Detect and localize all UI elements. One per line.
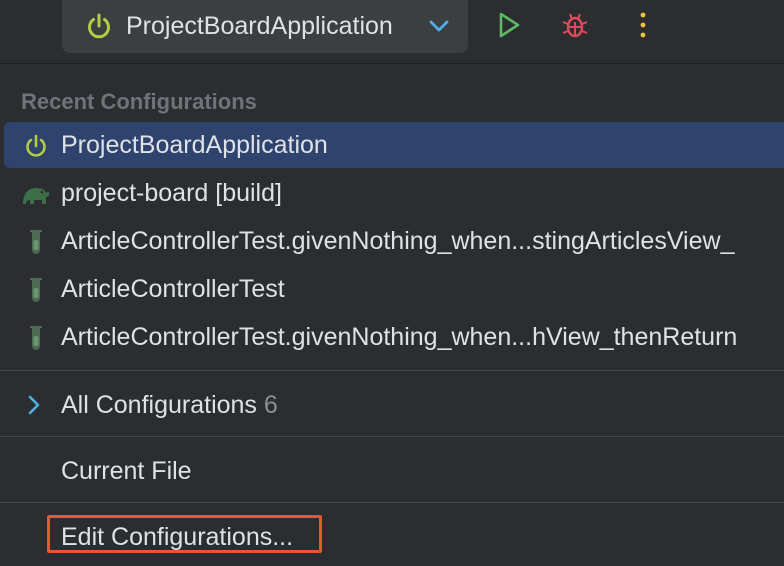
recent-config-label: ProjectBoardApplication: [61, 131, 328, 159]
current-file-item[interactable]: Current File: [4, 448, 784, 494]
edit-configurations-highlight: [47, 515, 322, 553]
power-icon: [84, 11, 114, 46]
recent-config-item[interactable]: ArticleControllerTest.givenNothing_when.…: [4, 218, 784, 264]
recent-config-item[interactable]: ArticleControllerTest: [4, 266, 784, 312]
divider: [0, 370, 784, 371]
power-icon: [22, 132, 50, 160]
all-configurations-text: All Configurations: [61, 391, 257, 419]
toolbar: ProjectBoardApplication: [0, 0, 784, 64]
recent-config-label: ArticleControllerTest.givenNothing_when.…: [61, 323, 738, 351]
recent-config-item[interactable]: ProjectBoardApplication: [4, 122, 784, 168]
run-configurations-popup: Recent Configurations ProjectBoardApplic…: [0, 64, 784, 566]
all-configurations-item[interactable]: All Configurations 6: [4, 382, 784, 428]
recent-config-label: ArticleControllerTest: [61, 275, 285, 303]
chevron-right-icon: [26, 394, 54, 422]
divider: [0, 436, 784, 437]
divider: [0, 502, 784, 503]
recent-config-label: ArticleControllerTest.givenNothing_when.…: [61, 227, 735, 255]
debug-icon[interactable]: [559, 9, 591, 46]
run-icon[interactable]: [494, 9, 524, 46]
recent-config-item[interactable]: project-board [build]: [4, 170, 784, 216]
more-vertical-icon[interactable]: [633, 9, 653, 46]
test-tube-icon: [26, 324, 54, 352]
chevron-down-icon[interactable]: [428, 18, 450, 39]
gradle-elephant-icon: [20, 180, 50, 208]
recent-config-label: project-board [build]: [61, 179, 282, 207]
all-configurations-label: All Configurations 6: [61, 391, 278, 420]
run-configuration-selector[interactable]: ProjectBoardApplication: [62, 0, 468, 53]
test-tube-icon: [26, 228, 54, 256]
recent-config-item[interactable]: ArticleControllerTest.givenNothing_when.…: [4, 314, 784, 360]
run-configuration-name: ProjectBoardApplication: [126, 12, 393, 40]
all-configurations-count: 6: [263, 391, 278, 419]
test-tube-icon: [26, 276, 54, 304]
recent-configurations-header: Recent Configurations: [21, 89, 257, 114]
current-file-label: Current File: [61, 457, 192, 485]
